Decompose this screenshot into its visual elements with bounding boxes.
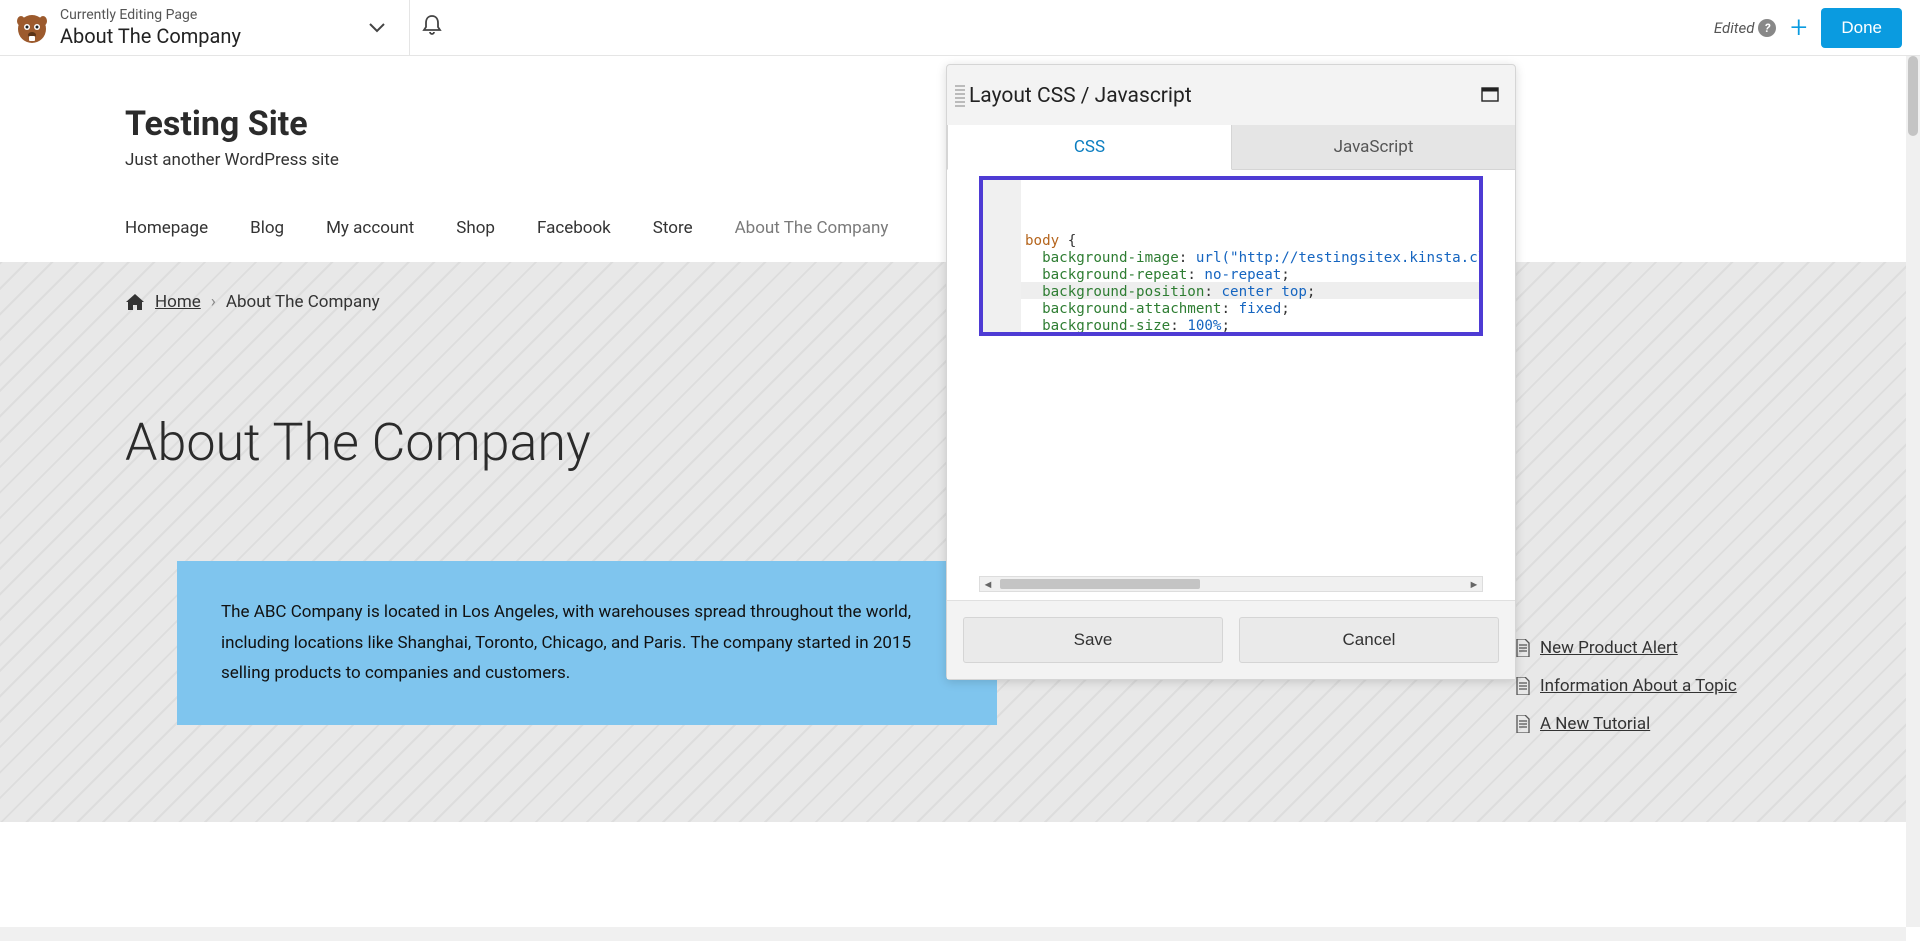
drag-handle-icon[interactable] bbox=[951, 79, 969, 113]
editor-empty-area[interactable] bbox=[979, 336, 1483, 576]
document-icon bbox=[1515, 715, 1530, 733]
nav-item-facebook[interactable]: Facebook bbox=[537, 218, 611, 238]
sidebar-link-2[interactable]: Information About a Topic bbox=[1540, 676, 1737, 696]
home-icon bbox=[125, 293, 145, 311]
list-item: A New Tutorial bbox=[1515, 714, 1795, 734]
nav-item-shop[interactable]: Shop bbox=[456, 218, 495, 238]
breadcrumb-current: About The Company bbox=[226, 292, 380, 312]
chevron-down-icon[interactable] bbox=[369, 17, 385, 38]
panel-tabs: CSS JavaScript bbox=[947, 125, 1515, 170]
code-lines[interactable]: body { background-image: url("http://tes… bbox=[1021, 180, 1479, 332]
toolbar-left: Currently Editing Page About The Company bbox=[0, 7, 397, 48]
list-item: Information About a Topic bbox=[1515, 676, 1795, 696]
done-button[interactable]: Done bbox=[1821, 8, 1902, 48]
nav-item-myaccount[interactable]: My account bbox=[326, 218, 414, 238]
maximize-icon[interactable] bbox=[1481, 87, 1499, 106]
nav-item-store[interactable]: Store bbox=[653, 218, 693, 238]
scroll-left-icon[interactable]: ◄ bbox=[980, 578, 996, 591]
cancel-button[interactable]: Cancel bbox=[1239, 617, 1499, 663]
editor-highlight: body { background-image: url("http://tes… bbox=[979, 176, 1483, 336]
nav-item-about[interactable]: About The Company bbox=[735, 218, 889, 238]
page-horizontal-scrollbar[interactable] bbox=[0, 927, 1906, 941]
sidebar-links: New Product Alert Information About a To… bbox=[1515, 638, 1795, 752]
breadcrumb-home[interactable]: Home bbox=[155, 292, 201, 312]
document-icon bbox=[1515, 639, 1530, 657]
sidebar-link-3[interactable]: A New Tutorial bbox=[1540, 714, 1650, 734]
toolbar-divider bbox=[409, 0, 410, 56]
tab-css[interactable]: CSS bbox=[947, 125, 1232, 170]
help-icon[interactable]: ? bbox=[1758, 19, 1776, 37]
document-icon bbox=[1515, 677, 1530, 695]
panel-header[interactable]: Layout CSS / Javascript bbox=[947, 65, 1515, 125]
sidebar-link-1[interactable]: New Product Alert bbox=[1540, 638, 1678, 658]
horizontal-scrollbar[interactable]: ◄ ► bbox=[979, 576, 1483, 592]
scrollbar-thumb[interactable] bbox=[1000, 579, 1200, 589]
bell-icon[interactable] bbox=[422, 14, 442, 41]
css-js-panel: Layout CSS / Javascript CSS JavaScript b… bbox=[946, 64, 1516, 680]
panel-title: Layout CSS / Javascript bbox=[969, 84, 1192, 108]
toolbar-right: Edited ? + Done bbox=[1714, 8, 1920, 48]
tab-javascript[interactable]: JavaScript bbox=[1232, 125, 1515, 170]
editor-wrap: body { background-image: url("http://tes… bbox=[947, 170, 1515, 600]
save-button[interactable]: Save bbox=[963, 617, 1223, 663]
panel-footer: Save Cancel bbox=[947, 600, 1515, 679]
top-toolbar: Currently Editing Page About The Company… bbox=[0, 0, 1920, 56]
nav-item-blog[interactable]: Blog bbox=[250, 218, 284, 238]
list-item: New Product Alert bbox=[1515, 638, 1795, 658]
editing-info: Currently Editing Page About The Company bbox=[60, 7, 241, 48]
editing-page-title: About The Company bbox=[60, 24, 241, 48]
scroll-right-icon[interactable]: ► bbox=[1466, 578, 1482, 591]
edited-status: Edited ? bbox=[1714, 19, 1777, 37]
page-vertical-scrollbar[interactable] bbox=[1906, 56, 1920, 927]
editor-gutter bbox=[983, 180, 1021, 332]
content-block[interactable]: The ABC Company is located in Los Angele… bbox=[177, 561, 997, 725]
editing-label: Currently Editing Page bbox=[60, 7, 241, 24]
breadcrumb-separator: › bbox=[211, 292, 216, 312]
code-editor[interactable]: body { background-image: url("http://tes… bbox=[983, 180, 1479, 332]
beaver-logo-icon[interactable] bbox=[12, 7, 52, 47]
scrollbar-thumb[interactable] bbox=[1908, 56, 1918, 136]
content-paragraph: The ABC Company is located in Los Angele… bbox=[221, 597, 953, 689]
edited-text: Edited bbox=[1714, 19, 1755, 37]
add-button[interactable]: + bbox=[1790, 10, 1807, 45]
nav-item-homepage[interactable]: Homepage bbox=[125, 218, 208, 238]
